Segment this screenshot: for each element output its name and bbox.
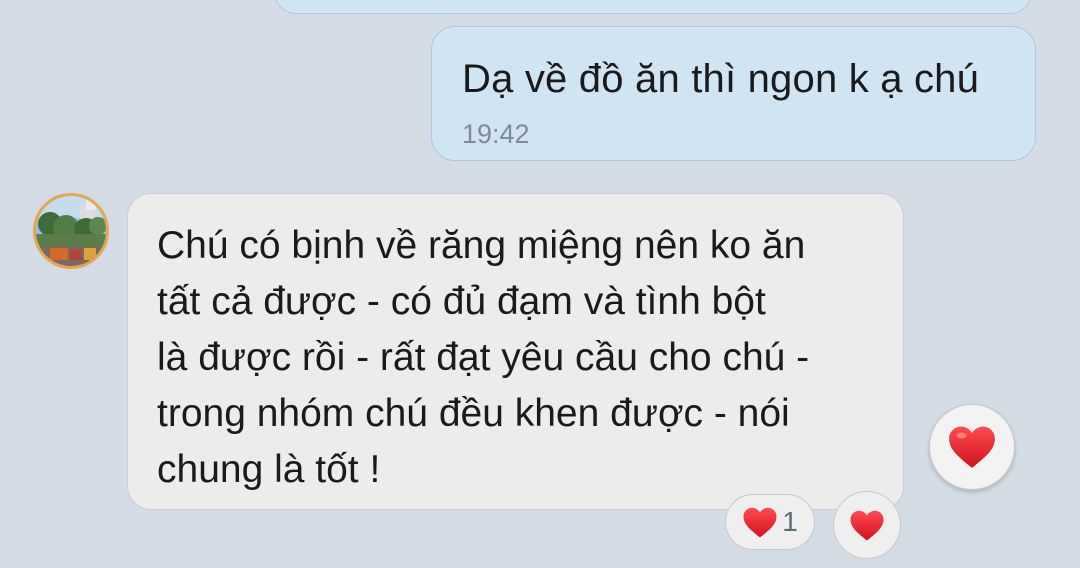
message-text: Chú có bịnh về răng miệng nên ko ăn tất … [157, 218, 887, 498]
chat-view: Dạ về đồ ăn thì ngon k ạ chú 19:42 Chú c… [0, 0, 1080, 568]
previous-message-bubble[interactable] [274, 0, 1032, 14]
reaction-count-pill[interactable]: 1 [725, 494, 815, 550]
message-line: Chú có bịnh về răng miệng nên ko ăn [157, 224, 806, 267]
message-line: là được rồi - rất đạt yêu cầu cho chú - [157, 336, 810, 379]
react-button[interactable] [929, 404, 1015, 490]
outgoing-message-bubble[interactable]: Dạ về đồ ăn thì ngon k ạ chú 19:42 [431, 26, 1036, 161]
heart-icon [850, 510, 884, 540]
reaction-count: 1 [782, 506, 798, 537]
message-line: chung là tốt ! [157, 448, 381, 491]
contact-avatar[interactable] [33, 193, 109, 269]
message-line: trong nhóm chú đều khen được - nói [157, 392, 790, 435]
heart-icon [743, 507, 777, 537]
incoming-message-bubble[interactable]: Chú có bịnh về răng miệng nên ko ăn tất … [127, 193, 904, 510]
message-text: Dạ về đồ ăn thì ngon k ạ chú [462, 57, 980, 101]
heart-icon [949, 426, 995, 468]
message-line: tất cả được - có đủ đạm và tình bột [157, 280, 766, 323]
my-reaction-button[interactable] [833, 491, 901, 559]
message-timestamp: 19:42 [462, 119, 530, 149]
